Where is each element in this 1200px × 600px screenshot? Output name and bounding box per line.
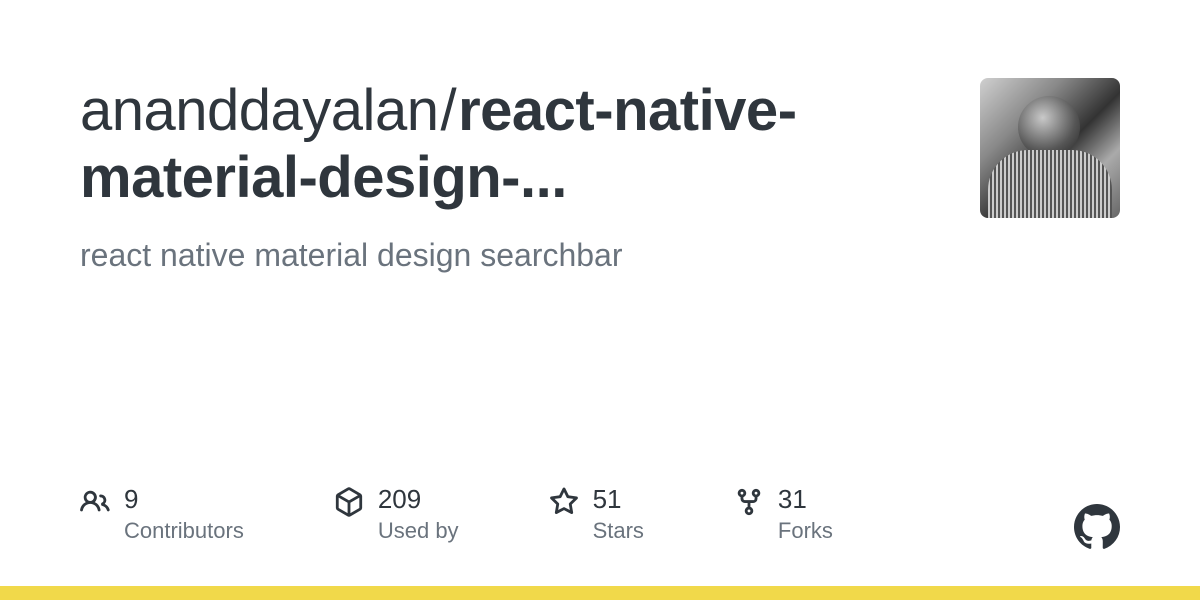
fork-icon [734, 487, 764, 517]
avatar[interactable] [980, 78, 1120, 218]
stat-contributors[interactable]: 9 Contributors [80, 485, 244, 544]
stat-used-by[interactable]: 209 Used by [334, 485, 459, 544]
repo-text-block: ananddayalan/react-native-material-desig… [80, 78, 940, 274]
stat-value: 209 [378, 485, 459, 514]
people-icon [80, 487, 110, 517]
stat-value: 31 [778, 485, 833, 514]
repo-slash: / [440, 78, 456, 143]
package-icon [334, 487, 364, 517]
repo-title: ananddayalan/react-native-material-desig… [80, 78, 940, 211]
stat-label: Forks [778, 518, 833, 544]
github-logo-icon[interactable] [1074, 504, 1120, 550]
repo-description: react native material design searchbar [80, 237, 940, 274]
stats-row: 9 Contributors 209 Used by 51 Stars 31 F… [80, 485, 1120, 544]
repo-owner[interactable]: ananddayalan [80, 78, 438, 143]
repo-header: ananddayalan/react-native-material-desig… [0, 0, 1200, 274]
stat-stars[interactable]: 51 Stars [549, 485, 644, 544]
stat-forks[interactable]: 31 Forks [734, 485, 833, 544]
stat-label: Contributors [124, 518, 244, 544]
stat-value: 51 [593, 485, 644, 514]
stat-value: 9 [124, 485, 244, 514]
stat-label: Used by [378, 518, 459, 544]
accent-bar [0, 586, 1200, 600]
stat-label: Stars [593, 518, 644, 544]
star-icon [549, 487, 579, 517]
